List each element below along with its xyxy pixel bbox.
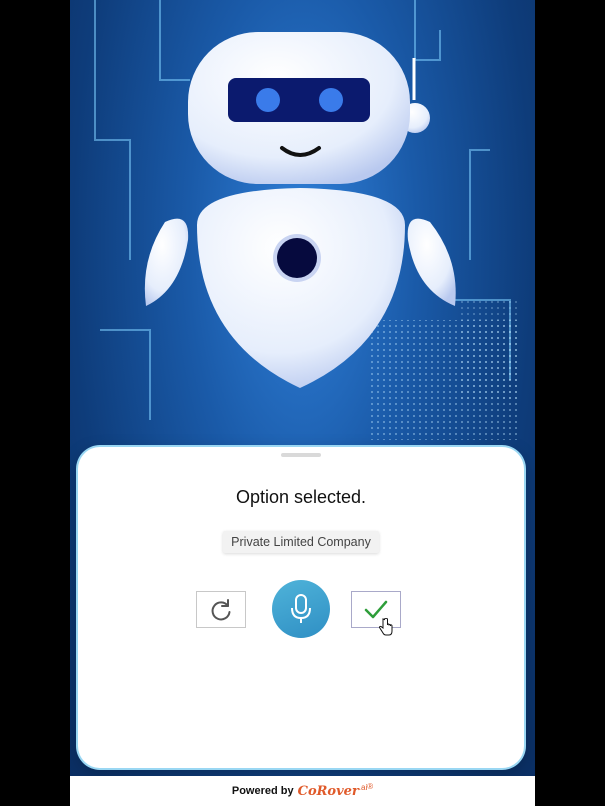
chat-app: Option selected. Private Limited Company <box>70 0 535 806</box>
status-message: Option selected. <box>235 487 367 507</box>
hand-cursor-icon <box>378 618 393 636</box>
registered-mark: ® <box>367 782 374 791</box>
brand-logo[interactable]: CoRover.ai® <box>298 782 374 800</box>
microphone-icon <box>291 594 311 623</box>
retry-button[interactable] <box>196 591 246 628</box>
brand-suffix: .ai <box>358 783 368 792</box>
selected-option-chip: Private Limited Company <box>223 531 379 553</box>
powered-by-footer: Powered by CoRover.ai® <box>70 776 535 806</box>
sheet-drag-handle[interactable] <box>281 453 321 457</box>
brand-name: CoRover <box>297 784 359 799</box>
refresh-icon <box>211 598 231 620</box>
bottom-sheet: Option selected. Private Limited Company <box>78 447 524 768</box>
robot-illustration <box>144 32 456 388</box>
microphone-button[interactable] <box>272 580 330 638</box>
powered-by-label: Powered by <box>231 785 294 797</box>
